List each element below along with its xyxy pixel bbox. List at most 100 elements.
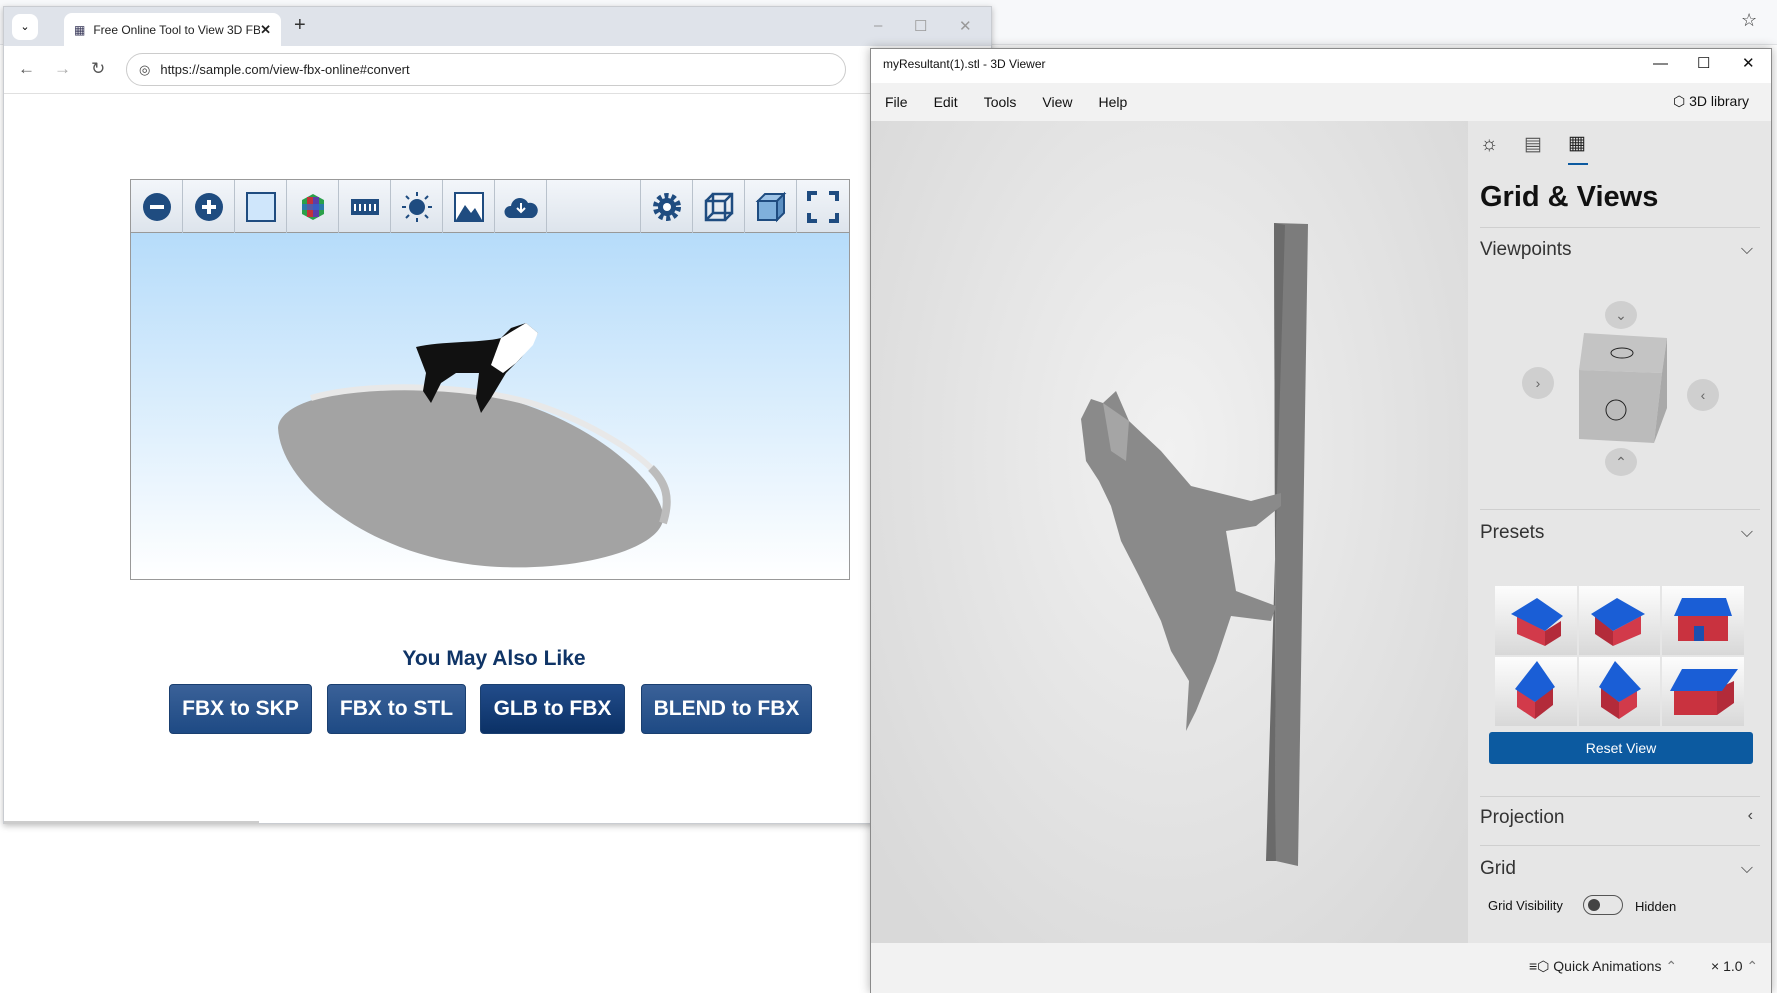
tab-lighting-icon[interactable]: ☼: [1480, 133, 1498, 156]
divider: [1480, 509, 1760, 510]
grid-visibility-toggle[interactable]: [1583, 895, 1623, 915]
site-info-icon[interactable]: ◎: [139, 62, 150, 78]
chevron-down-icon[interactable]: ⌵: [1741, 524, 1753, 542]
rotate-down-button[interactable]: ⌃: [1605, 448, 1637, 476]
speed-label: × 1.0: [1711, 958, 1743, 974]
download-button[interactable]: [495, 180, 547, 233]
model-viewport[interactable]: [871, 121, 1468, 943]
tab-grid-icon[interactable]: ▦: [1568, 132, 1586, 155]
grid-visibility-label: Grid Visibility: [1488, 898, 1563, 913]
chevron-left-icon[interactable]: ‹: [1748, 807, 1753, 825]
tab-stats-icon[interactable]: ▤: [1524, 133, 1542, 156]
preset-top-left[interactable]: [1495, 657, 1577, 726]
zoom-out-button[interactable]: [131, 180, 183, 233]
view-cube[interactable]: [1574, 333, 1670, 445]
zoom-in-button[interactable]: [183, 180, 235, 233]
dog-on-platform-model: [278, 323, 671, 568]
maximize-button[interactable]: ☐: [1697, 54, 1710, 72]
background-button[interactable]: [235, 180, 287, 233]
preset-front[interactable]: [1662, 586, 1744, 655]
reload-icon[interactable]: ↻: [91, 59, 105, 79]
reset-view-button[interactable]: Reset View: [1489, 732, 1753, 764]
status-bar: ≡⬡ Quick Animations ⌃ × 1.0 ⌃: [871, 943, 1771, 993]
quick-animations-button[interactable]: ≡⬡ Quick Animations ⌃: [1529, 958, 1677, 975]
house-icon: [1511, 598, 1563, 646]
cloud-download-icon: [503, 197, 538, 218]
fbx-to-stl-button[interactable]: FBX to STL: [327, 684, 466, 734]
menu-edit[interactable]: Edit: [934, 94, 958, 110]
3d-library-button[interactable]: ⬡ 3D library: [1673, 93, 1749, 110]
rotate-left-button[interactable]: ›: [1522, 367, 1554, 399]
maximize-button[interactable]: ☐: [914, 17, 927, 35]
quick-animations-label: Quick Animations: [1553, 958, 1662, 974]
preset-front-right[interactable]: [1578, 586, 1661, 655]
rotate-right-button[interactable]: ‹: [1687, 379, 1719, 411]
screenshot-button[interactable]: [443, 180, 495, 233]
browser-tab[interactable]: ▦ Free Online Tool to View 3D FBX ✕: [64, 13, 281, 47]
minimize-button[interactable]: –: [874, 17, 882, 34]
projection-header[interactable]: Projection: [1480, 807, 1565, 829]
settings-button[interactable]: [641, 180, 693, 233]
divider: [1480, 227, 1760, 228]
house-icon: [1515, 661, 1555, 719]
preset-grid: [1495, 586, 1744, 726]
color-button[interactable]: [287, 180, 339, 233]
zoom-in-icon: [194, 192, 223, 221]
chevron-down-icon[interactable]: ⌵: [1741, 241, 1753, 259]
divider: [1480, 845, 1760, 846]
grid-visibility-state: Hidden: [1635, 899, 1677, 914]
solid-button[interactable]: [745, 180, 797, 233]
animation-button[interactable]: [339, 180, 391, 233]
menu-file[interactable]: File: [885, 94, 908, 110]
browser-window: ⌄ ▦ Free Online Tool to View 3D FBX ✕ + …: [3, 6, 992, 824]
cube-favicon-icon: ▦: [74, 23, 86, 37]
house-icon: [1674, 598, 1733, 641]
tab-bar: ⌄ ▦ Free Online Tool to View 3D FBX ✕ + …: [4, 7, 991, 47]
wolf-stl-model: [1081, 223, 1308, 866]
film-icon: [350, 198, 379, 215]
menu-tools[interactable]: Tools: [984, 94, 1017, 110]
url-bar[interactable]: ◎ https://sample.com/view-fbx-online#con…: [126, 53, 846, 86]
grid-header[interactable]: Grid: [1480, 858, 1516, 880]
forward-icon[interactable]: →: [54, 59, 71, 79]
title-bar: myResultant(1).stl - 3D Viewer — ☐ ✕: [871, 49, 1771, 83]
horizontal-scrollbar[interactable]: [4, 821, 259, 824]
viewpoints-header[interactable]: Viewpoints: [1480, 239, 1572, 261]
minimize-button[interactable]: —: [1653, 55, 1668, 72]
zoom-out-icon: [142, 192, 171, 221]
rotate-up-button[interactable]: ⌄: [1605, 301, 1637, 329]
viewer-toolbar: [131, 180, 849, 233]
tab-list-button[interactable]: ⌄: [12, 14, 38, 40]
close-window-button[interactable]: ✕: [959, 17, 972, 35]
menu-view[interactable]: View: [1042, 94, 1072, 110]
glb-to-fbx-button[interactable]: GLB to FBX: [480, 684, 625, 734]
blend-to-fbx-button[interactable]: BLEND to FBX: [641, 684, 812, 734]
new-tab-button[interactable]: +: [294, 14, 306, 37]
speed-button[interactable]: × 1.0 ⌃: [1711, 958, 1758, 975]
back-icon[interactable]: ←: [18, 59, 35, 79]
preset-front-left[interactable]: [1495, 586, 1577, 655]
house-icon: [1590, 598, 1645, 646]
preset-side[interactable]: [1662, 657, 1744, 726]
light-button[interactable]: [391, 180, 443, 233]
house-icon: [1670, 669, 1739, 715]
chevron-down-icon[interactable]: ⌵: [1741, 860, 1753, 878]
background-icon: [245, 191, 276, 222]
presets-header[interactable]: Presets: [1480, 522, 1544, 544]
fbx-scene[interactable]: [131, 233, 849, 579]
3d-viewer-window: myResultant(1).stl - 3D Viewer — ☐ ✕ Fil…: [870, 48, 1772, 993]
close-button[interactable]: ✕: [1742, 54, 1755, 72]
color-icon: [301, 193, 324, 220]
address-row: ← → ↻ ◎ https://sample.com/view-fbx-onli…: [4, 46, 991, 94]
toolbar-spacer: [547, 180, 641, 233]
preset-top-right[interactable]: [1578, 657, 1661, 726]
fbx-to-skp-button[interactable]: FBX to SKP: [169, 684, 312, 734]
active-tab-indicator: [1568, 163, 1588, 165]
fullscreen-button[interactable]: [797, 180, 849, 233]
bookmark-star-icon[interactable]: ☆: [1741, 10, 1757, 31]
also-like-heading: You May Also Like: [402, 647, 586, 670]
menu-help[interactable]: Help: [1098, 94, 1127, 110]
close-tab-icon[interactable]: ✕: [260, 22, 271, 38]
light-icon: [401, 191, 432, 222]
wireframe-button[interactable]: [693, 180, 745, 233]
